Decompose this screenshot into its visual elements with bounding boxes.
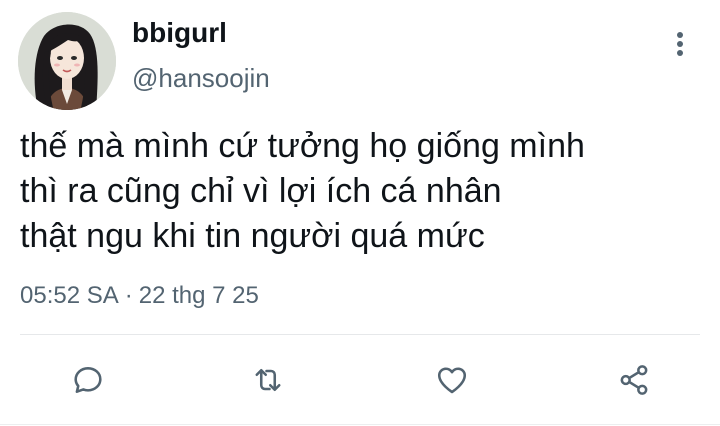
like-button[interactable] xyxy=(432,360,472,400)
more-options-button[interactable] xyxy=(664,28,696,60)
retweet-button[interactable] xyxy=(248,360,288,400)
tweet-text: thế mà mình cứ tưởng họ giống mình thì r… xyxy=(20,127,585,255)
avatar-image xyxy=(18,12,116,110)
tweet-date[interactable]: 22 thg 7 25 xyxy=(139,282,259,309)
like-icon xyxy=(437,367,467,394)
retweet-icon xyxy=(255,368,281,392)
reply-button[interactable] xyxy=(68,360,108,400)
tweet-metadata: 05:52 SA · 22 thg 7 25 xyxy=(20,280,259,312)
bottom-divider xyxy=(0,424,720,425)
avatar[interactable] xyxy=(18,12,116,110)
reply-icon xyxy=(74,367,102,393)
user-handle[interactable]: @hansoojin xyxy=(132,62,270,94)
share-icon xyxy=(620,365,648,395)
share-button[interactable] xyxy=(614,360,654,400)
tweet-time[interactable]: 05:52 SA xyxy=(20,282,119,309)
display-name[interactable]: bbigurl xyxy=(132,16,227,50)
divider xyxy=(20,334,700,335)
more-vertical-icon xyxy=(677,32,683,56)
meta-separator: · xyxy=(124,282,133,309)
